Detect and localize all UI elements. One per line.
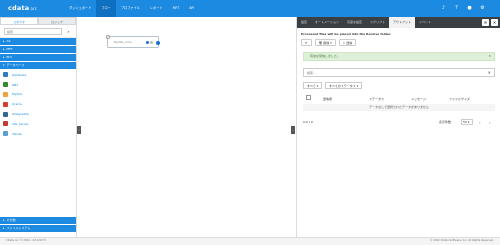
per-page-label: 表示件数 xyxy=(439,120,452,124)
next-page-icon[interactable]: › xyxy=(489,118,491,127)
tab-settings[interactable]: 設定 xyxy=(297,17,311,28)
empty-table-message: データなしで選択されたデータがありません xyxy=(303,104,495,111)
nav-reports[interactable]: レポート xyxy=(145,0,168,17)
pagination: 0-0 / 0 表示件数 50 ▾ ‹ › xyxy=(303,118,495,127)
status-filter[interactable]: すべてのステータス ▾ xyxy=(325,82,363,89)
connector-sidebar: コネクタ ロジック ⌕ ▸AS ▸MFT ▸EDI ▾データベース Databa… xyxy=(0,17,77,244)
connector-db2[interactable]: DB2 xyxy=(0,80,76,90)
close-icon[interactable]: ✕ xyxy=(488,53,491,60)
delete-button[interactable]: 🗑 削除 ▾ xyxy=(314,39,336,46)
chevron-right-icon: ▸ xyxy=(3,39,5,43)
tab-automation[interactable]: オートメーション xyxy=(311,17,343,28)
collapse-left-button[interactable]: ‹ xyxy=(77,126,81,134)
status-icon xyxy=(146,41,149,44)
nav-flows[interactable]: フロー xyxy=(96,0,116,17)
tab-advanced[interactable]: 高度な設定 xyxy=(343,17,366,28)
tab-logic[interactable]: ロジック xyxy=(38,17,76,25)
connector-panel: 設定 オートメーション 高度な設定 スクリプト アウトプット イベント ✉ ✕ … xyxy=(296,17,500,237)
main-nav: ダッシュボード フロー プロファイル レポート MFT API xyxy=(64,0,199,17)
connector-database[interactable]: Database xyxy=(0,70,76,80)
connector-sqlserver[interactable]: SQL Server xyxy=(0,119,76,129)
database-icon xyxy=(3,72,8,78)
column-message[interactable]: メッセージ xyxy=(411,95,426,104)
chevron-right-icon: ▸ xyxy=(3,218,5,222)
brand-logo[interactable]: cdataarc xyxy=(8,4,37,12)
category-filesystem[interactable]: ▸ ファイルシステム xyxy=(0,225,76,232)
top-bar: cdataarc ダッシュボード フロー プロファイル レポート MFT API… xyxy=(0,0,500,17)
footer-version: CData Arc © 2022 - 22.0.8173 xyxy=(6,239,46,242)
connector-oracle[interactable]: Oracle xyxy=(0,99,76,109)
tab-scripts[interactable]: スクリプト xyxy=(366,17,389,28)
flow-canvas[interactable]: MySQL_Conn xyxy=(77,17,293,237)
nav-dashboard[interactable]: ダッシュボード xyxy=(64,0,96,17)
select-all-checkbox[interactable] xyxy=(306,95,311,104)
tab-events[interactable]: イベント xyxy=(415,17,435,28)
settings-icon[interactable]: ⚙ xyxy=(479,5,486,12)
connector-mysql[interactable]: MySQL xyxy=(0,90,76,100)
mysql-icon xyxy=(3,91,8,97)
connector-postgresql[interactable]: PostgreSQL xyxy=(0,109,76,119)
column-sender[interactable]: 送信者 xyxy=(323,95,332,104)
output-search[interactable]: ✕ xyxy=(303,68,495,77)
node-label: MySQL_Conn xyxy=(114,40,133,44)
sqlite-icon xyxy=(3,131,8,137)
category-mft[interactable]: ▸ MFT xyxy=(0,46,76,53)
category-as[interactable]: ▸ AS xyxy=(0,38,76,45)
column-filesize[interactable]: ファイルサイズ xyxy=(449,95,470,104)
per-page-select[interactable]: 50 ▾ xyxy=(461,119,473,125)
upload-icon: ⇪ xyxy=(342,41,346,45)
connector-search-input[interactable] xyxy=(4,28,62,35)
nav-api[interactable]: API xyxy=(184,0,199,17)
info-message: Processed files will be placed into the … xyxy=(301,32,392,36)
prev-page-icon[interactable]: ‹ xyxy=(479,118,481,127)
category-database[interactable]: ▾ データベース xyxy=(0,62,76,69)
db2-icon xyxy=(3,82,8,88)
category-edi[interactable]: ▸ EDI xyxy=(0,54,76,61)
chevron-right-icon: ▸ xyxy=(3,226,5,230)
nav-profile[interactable]: プロファイル xyxy=(116,0,145,17)
help-icon[interactable]: ? xyxy=(453,5,460,12)
send-button[interactable]: ⇪ 送信 xyxy=(338,39,357,46)
category-other[interactable]: ▸ その他 xyxy=(0,217,76,224)
postgresql-icon xyxy=(3,111,8,117)
connector-sqlite[interactable]: SQLite xyxy=(0,129,76,139)
output-port[interactable] xyxy=(156,41,160,45)
search-icon[interactable]: ⌕ xyxy=(64,28,73,35)
tab-output[interactable]: アウトプット xyxy=(389,17,416,28)
user-icon[interactable]: ● xyxy=(466,5,473,12)
chevron-right-icon: ▸ xyxy=(3,47,5,51)
success-alert: 有効な受信しました。 ✕ xyxy=(303,52,495,61)
chevron-right-icon: ▸ xyxy=(3,55,5,59)
settings-dot-icon[interactable] xyxy=(150,41,153,44)
flow-node-mysql[interactable]: MySQL_Conn xyxy=(106,35,160,48)
chevron-down-icon: ▾ xyxy=(3,63,5,67)
oracle-icon xyxy=(3,101,8,107)
bell-icon[interactable]: ♪ xyxy=(440,5,447,12)
output-search-input[interactable] xyxy=(304,69,460,76)
close-icon[interactable]: ✕ xyxy=(491,19,498,26)
column-status[interactable]: ステータス xyxy=(369,95,384,104)
direction-filter[interactable]: すべて ▾ xyxy=(303,82,323,89)
input-port[interactable] xyxy=(106,35,110,39)
chat-icon[interactable]: ✉ xyxy=(482,19,489,26)
refresh-button[interactable]: ⟳ xyxy=(301,39,312,46)
footer-copyright: © 2022 CData Software, Inc. All Rights R… xyxy=(429,239,494,242)
tab-connectors[interactable]: コネクタ xyxy=(0,17,38,25)
trash-icon: 🗑 xyxy=(318,41,323,45)
nav-mft[interactable]: MFT xyxy=(168,0,184,17)
collapse-right-button[interactable]: › xyxy=(291,126,295,134)
sqlserver-icon xyxy=(3,121,8,127)
clear-icon[interactable]: ✕ xyxy=(488,70,491,75)
page-count: 0-0 / 0 xyxy=(303,120,313,124)
